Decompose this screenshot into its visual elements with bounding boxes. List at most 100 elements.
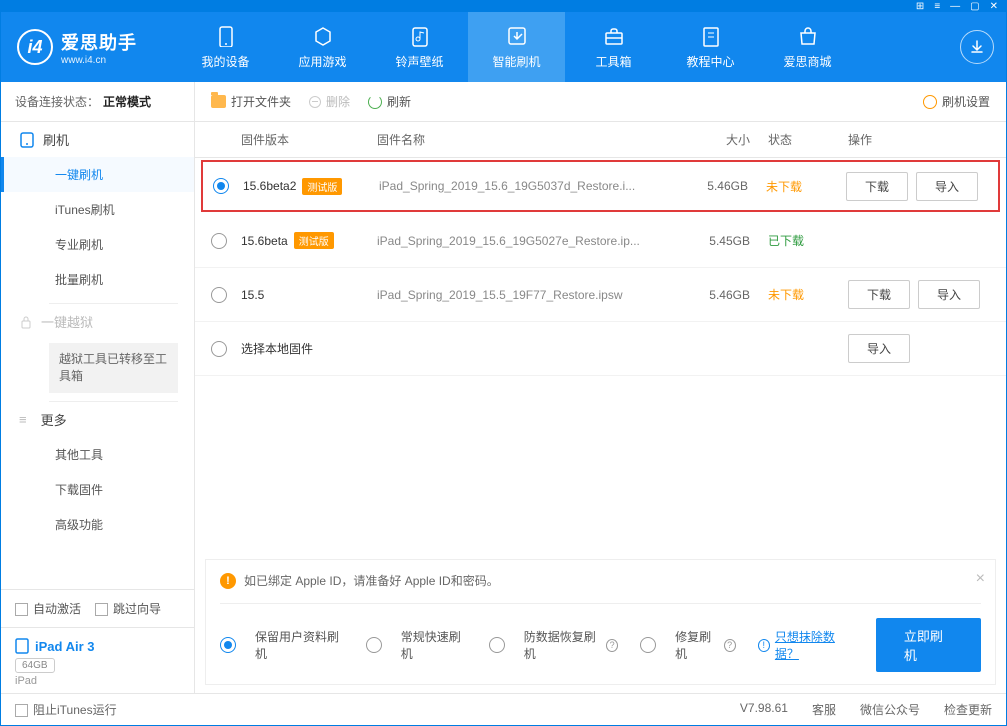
radio-button[interactable] <box>211 287 227 303</box>
nav-tab-toolbox[interactable]: 工具箱 <box>565 12 662 82</box>
check-update-link[interactable]: 检查更新 <box>944 701 992 718</box>
radio-button[interactable] <box>366 637 382 653</box>
nav-tab-shop[interactable]: 爱思商城 <box>759 12 856 82</box>
book-icon <box>699 24 723 48</box>
flash-mode-option-1[interactable]: 常规快速刷机 <box>366 628 467 662</box>
info-icon[interactable]: ! <box>758 639 770 652</box>
firmware-name: iPad_Spring_2019_15.6_19G5027e_Restore.i… <box>377 234 672 248</box>
shop-icon <box>796 24 820 48</box>
open-folder-button[interactable]: 打开文件夹 <box>211 93 291 110</box>
skip-guide-checkbox[interactable]: 跳过向导 <box>95 600 161 617</box>
col-size: 大小 <box>672 131 750 148</box>
auto-activate-checkbox[interactable]: 自动激活 <box>15 600 81 617</box>
download-center-button[interactable] <box>960 30 994 64</box>
table-header: 固件版本 固件名称 大小 状态 操作 <box>195 122 1006 158</box>
grid-icon[interactable]: ⊞ <box>916 1 924 12</box>
info-icon[interactable]: ? <box>606 639 618 652</box>
menu-icon[interactable]: ≡ <box>934 1 940 12</box>
download-button[interactable]: 下载 <box>848 280 910 309</box>
delete-button: 删除 <box>309 93 350 110</box>
import-button[interactable]: 导入 <box>848 334 910 363</box>
download-icon <box>969 39 985 55</box>
toolbar: 打开文件夹 删除 刷新 刷机设置 <box>195 82 1006 122</box>
notice-panel: × ! 如已绑定 Apple ID，请准备好 Apple ID和密码。 保留用户… <box>205 559 996 685</box>
radio-button[interactable] <box>211 341 227 357</box>
version-text: 15.5 <box>241 288 264 302</box>
apps-icon <box>311 24 335 48</box>
firmware-status: 已下载 <box>750 232 830 249</box>
refresh-button[interactable]: 刷新 <box>368 93 411 110</box>
info-icon[interactable]: ? <box>724 639 736 652</box>
firmware-size: 5.46GB <box>672 288 750 302</box>
block-itunes-checkbox[interactable]: 阻止iTunes运行 <box>15 701 117 718</box>
nav-tab-apps[interactable]: 应用游戏 <box>274 12 371 82</box>
minimize-icon[interactable]: — <box>950 1 960 12</box>
logo: i4 爱思助手 www.i4.cn <box>17 29 177 66</box>
sidebar-item-more-2[interactable]: 高级功能 <box>1 507 194 542</box>
more-icon: ≡ <box>19 412 27 427</box>
sidebar-item-more-0[interactable]: 其他工具 <box>1 437 194 472</box>
firmware-row[interactable]: 15.5 iPad_Spring_2019_15.5_19F77_Restore.… <box>195 268 1006 322</box>
col-name: 固件名称 <box>377 131 672 148</box>
firmware-name: iPad_Spring_2019_15.6_19G5037d_Restore.i… <box>379 179 670 193</box>
firmware-row[interactable]: 15.6beta测试版iPad_Spring_2019_15.6_19G5027… <box>195 214 1006 268</box>
version-text: 15.6beta2 <box>243 179 296 193</box>
nav-tab-flash[interactable]: 智能刷机 <box>468 12 565 82</box>
import-button[interactable]: 导入 <box>916 172 978 201</box>
col-version: 固件版本 <box>241 131 377 148</box>
notice-text: 如已绑定 Apple ID，请准备好 Apple ID和密码。 <box>244 572 499 589</box>
sidebar-options: 自动激活 跳过向导 <box>1 589 194 627</box>
download-button[interactable]: 下载 <box>846 172 908 201</box>
main-panel: 打开文件夹 删除 刷新 刷机设置 固件版本 固件名称 大小 状态 操作 15.6… <box>195 82 1006 693</box>
gear-icon <box>923 95 937 109</box>
sidebar-item-flash-3[interactable]: 批量刷机 <box>1 262 194 297</box>
sidebar-section-jailbreak: 一键越狱 <box>1 304 194 339</box>
flash-mode-option-3[interactable]: 修复刷机? <box>640 628 735 662</box>
delete-icon <box>309 96 321 108</box>
maximize-icon[interactable]: ▢ <box>970 1 979 12</box>
nav-tab-book[interactable]: 教程中心 <box>662 12 759 82</box>
flash-mode-option-0[interactable]: 保留用户资料刷机 <box>220 628 344 662</box>
device-info[interactable]: iPad Air 3 64GB iPad <box>1 627 194 693</box>
flash-settings-button[interactable]: 刷机设置 <box>923 93 990 110</box>
logo-title: 爱思助手 <box>61 29 137 55</box>
radio-button[interactable] <box>489 637 505 653</box>
erase-data-link[interactable]: 只想抹除数据？ <box>775 628 854 662</box>
radio-button[interactable] <box>211 233 227 249</box>
nav-tab-music[interactable]: 铃声壁纸 <box>371 12 468 82</box>
flash-mode-option-2[interactable]: 防数据恢复刷机? <box>489 628 618 662</box>
close-icon[interactable]: ✕ <box>990 1 998 12</box>
folder-icon <box>211 95 226 108</box>
col-status: 状态 <box>750 131 830 148</box>
firmware-row[interactable]: 15.6beta2测试版iPad_Spring_2019_15.6_19G503… <box>201 160 1000 212</box>
nav-tab-device[interactable]: 我的设备 <box>177 12 274 82</box>
sidebar-item-flash-1[interactable]: iTunes刷机 <box>1 192 194 227</box>
sidebar-item-flash-2[interactable]: 专业刷机 <box>1 227 194 262</box>
radio-button[interactable] <box>640 637 656 653</box>
device-icon <box>214 24 238 48</box>
flash-icon <box>505 24 529 48</box>
tablet-icon <box>15 638 29 654</box>
sidebar-item-more-1[interactable]: 下载固件 <box>1 472 194 507</box>
flash-now-button[interactable]: 立即刷机 <box>876 618 981 672</box>
sidebar: 设备连接状态：正常模式 刷机 一键刷机iTunes刷机专业刷机批量刷机 一键越狱… <box>1 82 195 693</box>
lock-icon <box>19 315 33 329</box>
sidebar-section-flash[interactable]: 刷机 <box>1 122 194 157</box>
warning-icon: ! <box>220 573 236 589</box>
music-icon <box>408 24 432 48</box>
radio-button[interactable] <box>213 178 229 194</box>
device-storage: 64GB <box>15 658 55 673</box>
radio-button[interactable] <box>220 637 236 653</box>
firmware-status: 未下载 <box>748 178 828 195</box>
titlebar: ⊞ ≡ — ▢ ✕ <box>1 1 1006 12</box>
firmware-row[interactable]: 选择本地固件导入 <box>195 322 1006 376</box>
logo-url: www.i4.cn <box>61 55 137 66</box>
import-button[interactable]: 导入 <box>918 280 980 309</box>
firmware-name: iPad_Spring_2019_15.5_19F77_Restore.ipsw <box>377 288 672 302</box>
sidebar-item-flash-0[interactable]: 一键刷机 <box>1 157 194 192</box>
flash-icon <box>19 132 35 148</box>
sidebar-section-more[interactable]: ≡ 更多 <box>1 402 194 437</box>
customer-service-link[interactable]: 客服 <box>812 701 836 718</box>
wechat-link[interactable]: 微信公众号 <box>860 701 920 718</box>
close-notice-button[interactable]: × <box>976 570 985 588</box>
